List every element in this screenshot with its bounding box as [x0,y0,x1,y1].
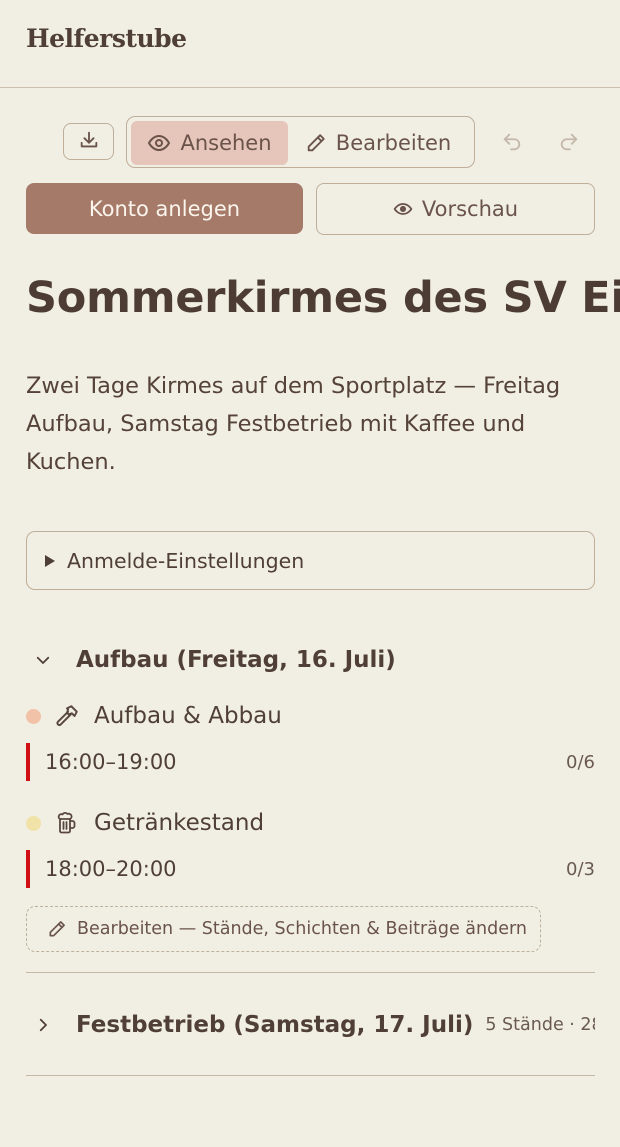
view-mode-button[interactable]: Ansehen [131,121,288,165]
preview-button[interactable]: Vorschau [316,183,595,235]
download-icon [78,129,100,155]
shift-row[interactable]: 16:00–19:00 0/6 [26,743,595,781]
shift-marker [26,850,30,888]
mode-switch: Ansehen Bearbeiten [126,116,475,168]
brand-logo[interactable]: Helferstube [26,24,187,53]
eye-icon [393,199,413,219]
hammer-icon [53,702,81,730]
chevron-down-icon [26,651,60,669]
redo-icon [557,131,581,153]
edit-section-label: Bearbeiten — Stände, Schichten & Beiträg… [77,919,527,939]
view-mode-label: Ansehen [180,131,272,155]
editor-toolbar: Ansehen Bearbeiten [0,116,620,168]
preview-label: Vorschau [421,197,519,221]
download-button[interactable] [63,123,114,160]
section-divider [26,1075,595,1076]
shift-time: 16:00–19:00 [45,750,177,774]
eye-icon [147,131,171,155]
redo-button[interactable] [552,128,586,156]
undo-icon [500,131,524,153]
booth-color-dot [26,708,41,724]
booth-item: Aufbau & Abbau 16:00–19:00 0/6 [26,698,595,781]
site-header: Helferstube [0,0,620,88]
edit-mode-label: Bearbeiten [335,131,452,155]
section-divider [26,972,595,973]
registration-settings-toggle[interactable]: Anmelde-Einstellungen [26,531,595,590]
shift-marker [26,743,30,781]
undo-button[interactable] [495,128,529,156]
pencil-icon [305,132,327,154]
shift-count: 0/6 [566,751,595,773]
shift-time: 18:00–20:00 [45,857,177,881]
booth-color-dot [26,815,41,831]
create-account-button[interactable]: Konto anlegen [26,183,303,234]
pencil-icon [47,919,67,939]
shift-row[interactable]: 18:00–20:00 0/3 [26,850,595,888]
booth-name: Getränkestand [94,810,265,836]
event-title: Sommerkirmes des SV Ei [26,273,620,323]
caret-right-icon [45,554,55,567]
booth-name: Aufbau & Abbau [94,703,282,729]
edit-section-button[interactable]: Bearbeiten — Stände, Schichten & Beiträg… [26,906,541,952]
section-meta: 5 Stände · 28 … [485,1015,595,1035]
action-row: Konto anlegen Vorschau [0,183,620,235]
shift-count: 0/3 [566,858,595,880]
section-header-festbetrieb[interactable]: Festbetrieb (Samstag, 17. Juli) 5 Stände… [26,1005,595,1045]
event-description: Zwei Tage Kirmes auf dem Sportplatz — Fr… [26,373,561,475]
section-header-aufbau[interactable]: Aufbau (Freitag, 16. Juli) [26,640,595,680]
registration-settings-label: Anmelde-Einstellungen [67,548,305,573]
chevron-right-icon [26,1016,60,1034]
booth-header[interactable]: Aufbau & Abbau [26,698,595,734]
section-title: Festbetrieb (Samstag, 17. Juli) [76,1012,474,1038]
edit-mode-button[interactable]: Bearbeiten [298,121,458,165]
beer-mug-icon [53,809,81,837]
section-title: Aufbau (Freitag, 16. Juli) [76,647,396,673]
booth-item: Getränkestand 18:00–20:00 0/3 [26,805,595,888]
booth-header[interactable]: Getränkestand [26,805,595,841]
